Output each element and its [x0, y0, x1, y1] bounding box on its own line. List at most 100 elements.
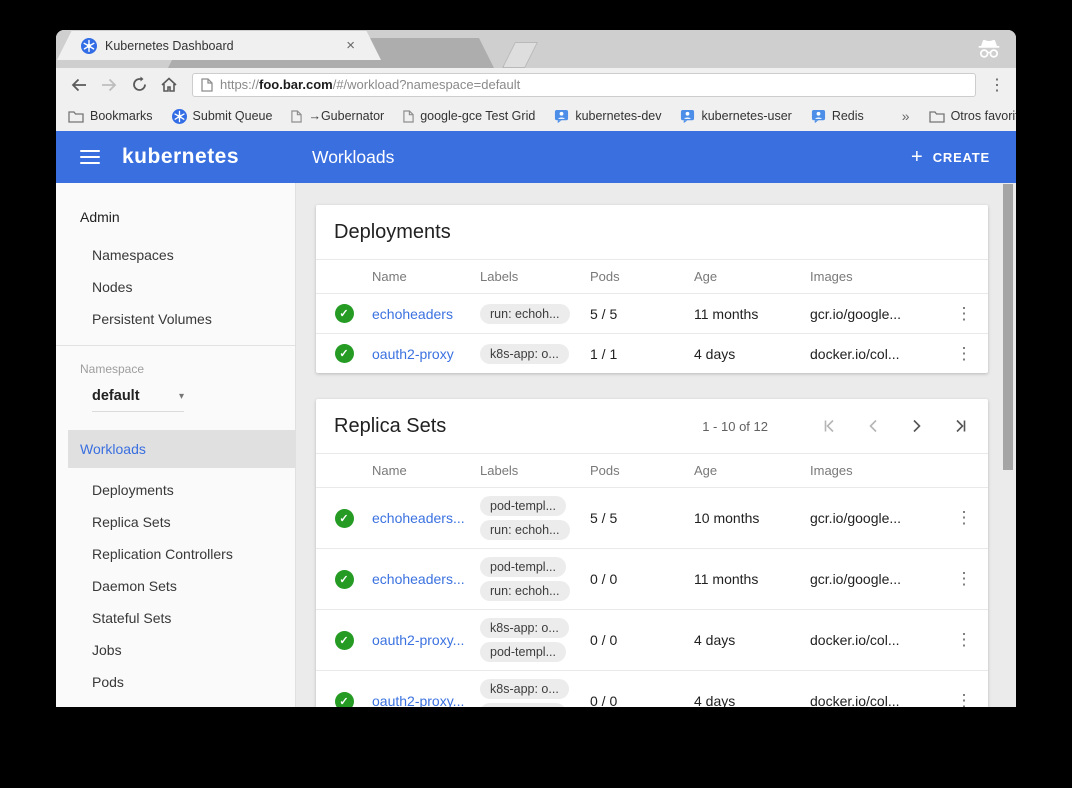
label-chip: run: echoh...: [480, 581, 570, 601]
page-scrollbar[interactable]: [1003, 184, 1013, 470]
kubernetes-icon: [172, 109, 187, 124]
last-page-icon[interactable]: [952, 417, 970, 435]
table-row: ✓ echoheaders... pod-templ... run: echoh…: [316, 548, 988, 609]
sidebar-item-daemon-sets[interactable]: Daemon Sets: [56, 570, 295, 602]
tab-title: Kubernetes Dashboard: [105, 39, 338, 53]
sidebar-item-stateful-sets[interactable]: Stateful Sets: [56, 602, 295, 634]
pagination-range: 1 - 10 of 12: [702, 419, 768, 434]
kubernetes-brand: kubernetes: [122, 145, 239, 169]
replica-sets-card: Replica Sets 1 - 10 of 12: [316, 399, 988, 707]
label-chip: run: echoh...: [480, 304, 570, 324]
previous-page-icon[interactable]: [864, 417, 882, 435]
tab-close-icon[interactable]: ×: [346, 38, 355, 53]
sidebar-item-deployments[interactable]: Deployments: [56, 474, 295, 506]
page-title: Workloads: [312, 147, 394, 168]
deployment-link[interactable]: echoheaders: [372, 306, 480, 322]
status-ok-icon: ✓: [335, 304, 354, 323]
kubernetes-favicon: [81, 38, 97, 54]
bookmark-submit-queue[interactable]: Submit Queue: [172, 109, 273, 124]
bookmark-kubernetes-user[interactable]: kubernetes-user: [680, 109, 791, 124]
chrome-menu-icon[interactable]: ⋮: [988, 75, 1006, 95]
label-chip: pod-templ...: [480, 703, 566, 707]
sidebar-item-nodes[interactable]: Nodes: [56, 271, 295, 303]
browser-toolbar: https://foo.bar.com/#/workload?namespace…: [56, 68, 1016, 101]
status-ok-icon: ✓: [335, 631, 354, 650]
sidebar-item-persistent-volumes[interactable]: Persistent Volumes: [56, 303, 295, 335]
sidebar-item-replica-sets[interactable]: Replica Sets: [56, 506, 295, 538]
namespace-value: default: [92, 388, 140, 404]
table-row: ✓ oauth2-proxy... k8s-app: o... pod-temp…: [316, 609, 988, 670]
next-page-icon[interactable]: [908, 417, 926, 435]
back-icon[interactable]: [66, 72, 92, 98]
bookmarks-overflow-icon[interactable]: »: [902, 108, 910, 124]
replica-set-link[interactable]: echoheaders...: [372, 510, 480, 526]
label-chip: pod-templ...: [480, 557, 566, 577]
hamburger-menu-icon[interactable]: [80, 146, 100, 168]
folder-icon: [68, 110, 84, 123]
namespace-label: Namespace: [80, 362, 295, 376]
bookmark-gubernator[interactable]: →Gubernator: [291, 109, 384, 123]
create-button[interactable]: + CREATE: [911, 147, 990, 167]
app-header: kubernetes Workloads + CREATE: [56, 131, 1016, 183]
status-ok-icon: ✓: [335, 344, 354, 363]
bookmark-redis[interactable]: Redis: [811, 109, 864, 124]
reload-icon[interactable]: [126, 72, 152, 98]
url-text: https://foo.bar.com/#/workload?namespace…: [220, 77, 520, 92]
sidebar-item-namespaces[interactable]: Namespaces: [56, 239, 295, 271]
app-body: Admin Namespaces Nodes Persistent Volume…: [56, 183, 1016, 707]
content-area: Deployments Name Labels Pods Age Images …: [296, 183, 1016, 707]
table-row: ✓ echoheaders... pod-templ... run: echoh…: [316, 487, 988, 548]
first-page-icon[interactable]: [820, 417, 838, 435]
deployments-card: Deployments Name Labels Pods Age Images …: [316, 205, 988, 373]
row-menu-icon[interactable]: ⋮: [940, 508, 988, 528]
replica-sets-column-headers: Name Labels Pods Age Images: [316, 453, 988, 487]
bookmark-folder-bookmarks[interactable]: Bookmarks: [68, 109, 153, 123]
chat-icon: [554, 109, 569, 124]
tab-strip: Kubernetes Dashboard ×: [56, 30, 1016, 68]
label-chip: k8s-app: o...: [480, 618, 569, 638]
deployments-card-title: Deployments: [334, 221, 970, 244]
folder-icon: [929, 110, 945, 123]
chat-icon: [680, 109, 695, 124]
status-ok-icon: ✓: [335, 692, 354, 708]
table-row: ✓ echoheaders run: echoh... 5 / 5 11 mon…: [316, 293, 988, 333]
row-menu-icon[interactable]: ⋮: [940, 569, 988, 589]
page-icon: [201, 78, 213, 92]
replica-set-link[interactable]: oauth2-proxy...: [372, 693, 480, 707]
sidebar-divider: [56, 345, 295, 346]
row-menu-icon[interactable]: ⋮: [940, 344, 988, 364]
replica-set-link[interactable]: oauth2-proxy...: [372, 632, 480, 648]
deployments-column-headers: Name Labels Pods Age Images: [316, 259, 988, 293]
incognito-icon: [976, 38, 1002, 60]
sidebar-item-jobs[interactable]: Jobs: [56, 634, 295, 666]
sidebar-item-pods[interactable]: Pods: [56, 666, 295, 698]
bookmark-kubernetes-dev[interactable]: kubernetes-dev: [554, 109, 661, 124]
page-icon: [291, 110, 302, 123]
pagination: 1 - 10 of 12: [702, 417, 970, 435]
namespace-select[interactable]: default ▾: [92, 388, 184, 412]
row-menu-icon[interactable]: ⋮: [940, 691, 988, 707]
row-menu-icon[interactable]: ⋮: [940, 304, 988, 324]
forward-icon[interactable]: [96, 72, 122, 98]
label-chip: pod-templ...: [480, 496, 566, 516]
sidebar-item-admin[interactable]: Admin: [56, 203, 295, 239]
chat-icon: [811, 109, 826, 124]
status-ok-icon: ✓: [335, 509, 354, 528]
replica-set-link[interactable]: echoheaders...: [372, 571, 480, 587]
table-row: ✓ oauth2-proxy k8s-app: o... 1 / 1 4 day…: [316, 333, 988, 373]
plus-icon: +: [911, 147, 923, 167]
label-chip: pod-templ...: [480, 642, 566, 662]
replica-sets-card-title: Replica Sets: [334, 415, 702, 438]
deployment-link[interactable]: oauth2-proxy: [372, 346, 480, 362]
home-icon[interactable]: [156, 72, 182, 98]
browser-tab-content[interactable]: Kubernetes Dashboard ×: [57, 31, 381, 60]
browser-window: Kubernetes Dashboard ×: [56, 30, 1016, 707]
sidebar-item-workloads[interactable]: Workloads: [68, 430, 296, 468]
row-menu-icon[interactable]: ⋮: [940, 630, 988, 650]
label-chip: run: echoh...: [480, 520, 570, 540]
url-bar[interactable]: https://foo.bar.com/#/workload?namespace…: [192, 73, 976, 97]
sidebar-item-replication-controllers[interactable]: Replication Controllers: [56, 538, 295, 570]
bookmark-folder-otros-favoritos[interactable]: Otros favoritos: [929, 109, 1016, 123]
status-ok-icon: ✓: [335, 570, 354, 589]
bookmark-google-gce-test-grid[interactable]: google-gce Test Grid: [403, 109, 535, 123]
